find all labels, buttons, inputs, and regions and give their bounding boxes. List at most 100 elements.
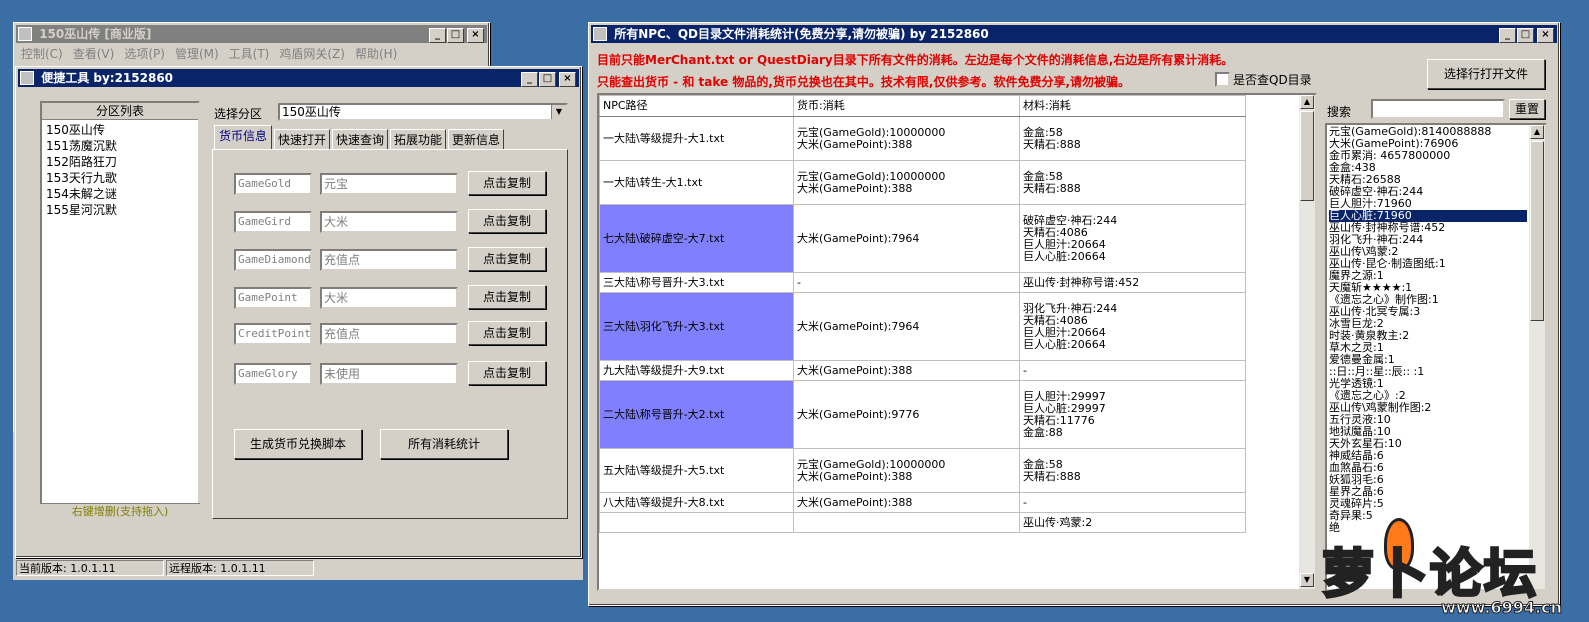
cell-currency: 元宝(GameGold):10000000 大米(GamePoint):388 [793,160,1020,205]
currency-line: 大米(GamePoint):388 [797,469,913,483]
cell-material: 巫山传·封神称号谱:452 [1019,272,1246,293]
material-line: 金盒:58 [1023,169,1063,183]
qd-checkbox[interactable] [1215,72,1230,87]
stats-window-titlebar[interactable]: 所有NPC、QD目录文件消耗统计(免费分享,请勿被骗) by 2152860 _… [591,25,1557,43]
copy-button[interactable]: 点击复制 [468,247,546,271]
generate-exchange-script-button[interactable]: 生成货币兑换脚本 [234,429,362,459]
table-row[interactable]: 二大陆\称号晋升-大2.txt 大米(GamePoint):9776 巨人胆汁:29… [599,380,1246,449]
currency-code-field[interactable]: GameGlory [234,363,312,385]
table-row[interactable]: 一大陆\转生-大1.txt 元宝(GameGold):10000000 大米(Gam… [599,160,1246,205]
tab-quick-open[interactable]: 快速打开 [274,129,330,149]
maximize-icon[interactable]: □ [447,28,464,43]
col-header-material[interactable]: 材料:消耗 [1019,95,1246,117]
partition-item[interactable]: 152陌路狂刀 [46,154,194,170]
table-row[interactable]: 一大陆\等级提升-大1.txt 元宝(GameGold):10000000 大米(G… [599,116,1246,161]
stats-table[interactable]: NPC路径 货币:消耗 材料:消耗 一大陆\等级提升-大1.txt 元宝(Game… [597,93,1317,591]
col-header-path[interactable]: NPC路径 [599,95,794,117]
menu-tools[interactable]: 工具(T) [229,47,270,61]
menu-gateway[interactable]: 鸡盾网关(Z) [279,47,345,61]
material-line: 羽化飞升·神石:244 [1023,301,1118,315]
maximize-icon[interactable]: □ [1517,28,1534,43]
table-row[interactable]: 三大陆\羽化飞升-大3.txt 大米(GamePoint):7964 羽化飞升·神石… [599,292,1246,361]
menu-control[interactable]: 控制(C) [21,47,63,61]
chevron-down-icon[interactable]: ▼ [551,105,566,119]
tool-window-title: 便捷工具 by:2152860 [41,71,174,85]
scroll-thumb[interactable] [1300,111,1314,201]
select-partition-label: 选择分区 [214,107,263,121]
table-row[interactable]: 三大陆\称号晋升-大3.txt - 巫山传·封神称号谱:452 [599,272,1246,293]
copy-button[interactable]: 点击复制 [468,361,546,385]
menu-help[interactable]: 帮助(H) [355,47,397,61]
currency-code-field[interactable]: GamePoint [234,287,312,309]
cell-path: 一大陆\转生-大1.txt [599,160,794,205]
table-row[interactable]: 九大陆\等级提升-大9.txt 大米(GamePoint):388 - [599,360,1246,381]
open-selected-file-button[interactable]: 选择行打开文件 [1427,59,1545,89]
currency-name-field[interactable]: 大米 [320,287,458,309]
table-row[interactable]: 五大陆\等级提升-大5.txt 元宝(GameGold):10000000 大米(G… [599,448,1246,493]
currency-code-field[interactable]: GameGird [234,211,312,233]
close-icon[interactable]: × [559,72,576,87]
stats-grid: NPC路径 货币:消耗 材料:消耗 一大陆\等级提升-大1.txt 元宝(Game… [599,95,1246,533]
table-row[interactable]: 巫山传·鸡蒙:2 [599,512,1246,533]
status-current-version: 当前版本: 1.0.1.11 [16,560,164,576]
table-row[interactable]: 七大陆\破碎虚空-大7.txt 大米(GamePoint):7964 破碎虚空·神石… [599,204,1246,273]
currency-code-field[interactable]: GameDiamond [234,249,312,271]
tab-update-info[interactable]: 更新信息 [448,129,504,149]
reset-button[interactable]: 重置 [1509,99,1545,119]
tab-quick-query[interactable]: 快速查询 [332,129,388,149]
search-input[interactable] [1371,99,1505,119]
tab-currency-info[interactable]: 货币信息 [214,125,272,149]
copy-button[interactable]: 点击复制 [468,209,546,233]
currency-line: 元宝(GameGold):10000000 [797,125,946,139]
select-partition-dropdown[interactable]: 150巫山传 ▼ [278,103,568,121]
scroll-down-icon[interactable]: ▼ [1300,573,1314,587]
partition-item[interactable]: 150巫山传 [46,122,194,138]
tab-extensions[interactable]: 拓展功能 [390,129,446,149]
cell-material: 羽化飞升·神石:244 天精石:4086 巨人胆汁:20664 巨人心脏:20664 [1019,292,1246,361]
currency-name-field[interactable]: 大米 [320,211,458,233]
copy-button[interactable]: 点击复制 [468,285,546,309]
currency-code-field[interactable]: GameGold [234,173,312,195]
cell-path: 一大陆\等级提升-大1.txt [599,116,794,161]
minimize-icon[interactable]: _ [521,72,538,87]
currency-name-field[interactable]: 元宝 [320,173,458,195]
menu-view[interactable]: 查看(V) [73,47,115,61]
partition-item[interactable]: 151荡魔沉默 [46,138,194,154]
main-window-titlebar[interactable]: 150巫山传 [商业版] _ □ × [16,25,487,43]
scroll-thumb[interactable] [1530,141,1544,321]
close-icon[interactable]: × [467,28,484,43]
minimize-icon[interactable]: _ [1499,28,1516,43]
cell-currency: 大米(GamePoint):7964 [793,292,1020,361]
maximize-icon[interactable]: □ [539,72,556,87]
all-consumption-stats-button[interactable]: 所有消耗统计 [380,429,508,459]
col-header-currency[interactable]: 货币:消耗 [793,95,1020,117]
partition-item[interactable]: 153天行九歌 [46,170,194,186]
table-row[interactable]: 八大陆\等级提升-大8.txt 大米(GamePoint):388 - [599,492,1246,513]
copy-button[interactable]: 点击复制 [468,171,546,195]
currency-line: - [797,275,801,289]
cell-path: 五大陆\等级提升-大5.txt [599,448,794,493]
copy-button[interactable]: 点击复制 [468,321,546,345]
tool-window-titlebar[interactable]: 便捷工具 by:2152860 _ □ × [18,69,579,87]
menu-options[interactable]: 选项(P) [124,47,165,61]
partition-item[interactable]: 155星河沉默 [46,202,194,218]
material-line: 天精石:4086 [1023,313,1088,327]
close-icon[interactable]: × [1537,28,1554,43]
scroll-up-icon[interactable]: ▲ [1530,125,1544,139]
table-vertical-scrollbar[interactable]: ▲ ▼ [1299,95,1315,589]
partition-list[interactable]: 分区列表 150巫山传 151荡魔沉默 152陌路狂刀 153天行九歌 154未解之谜 1… [40,101,200,519]
currency-code-field[interactable]: CreditPoint [234,323,312,345]
currency-name-field[interactable]: 未使用 [320,363,458,385]
partition-item[interactable]: 154未解之谜 [46,186,194,202]
scroll-up-icon[interactable]: ▲ [1300,95,1314,109]
cell-path: 二大陆\称号晋升-大2.txt [599,380,794,449]
currency-line: 元宝(GameGold):10000000 [797,457,946,471]
currency-name-field[interactable]: 充值点 [320,249,458,271]
cell-material: - [1019,360,1246,381]
minimize-icon[interactable]: _ [429,28,446,43]
menu-manage[interactable]: 管理(M) [175,47,219,61]
cell-path: 七大陆\破碎虚空-大7.txt [599,204,794,273]
currency-name-field[interactable]: 充值点 [320,323,458,345]
cell-material: 破碎虚空·神石:244 天精石:4086 巨人胆汁:20664 巨人心脏:20664 [1019,204,1246,273]
search-label: 搜索 [1327,105,1352,119]
